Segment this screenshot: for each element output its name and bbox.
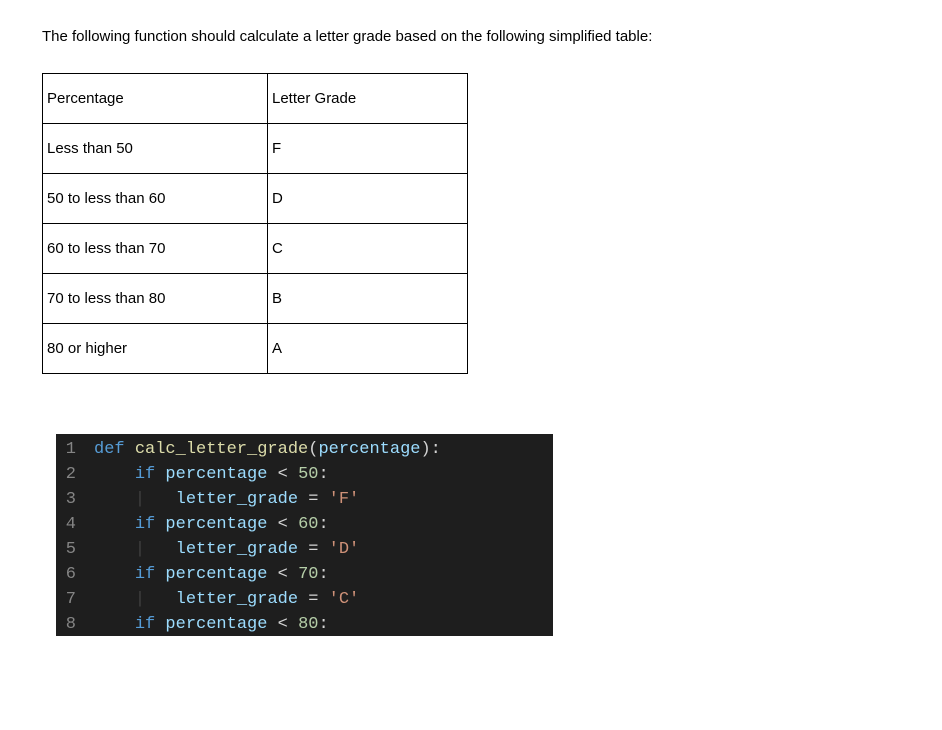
code-token	[94, 565, 135, 584]
code-token: =	[298, 490, 329, 509]
code-token: 70	[298, 565, 318, 584]
code-token: =	[298, 590, 329, 609]
code-token: (	[308, 440, 318, 459]
code-token: :	[318, 615, 328, 634]
code-content: if percentage < 50:	[94, 462, 553, 487]
line-number: 6	[56, 562, 94, 587]
line-number: 5	[56, 537, 94, 562]
code-content: if percentage < 80:	[94, 612, 553, 636]
code-token	[94, 540, 135, 559]
table-row: 50 to less than 60 D	[43, 174, 468, 224]
code-token: <	[267, 565, 298, 584]
cell-percentage: 80 or higher	[43, 324, 268, 374]
code-token: 60	[298, 515, 318, 534]
code-token: if	[135, 565, 155, 584]
line-number: 7	[56, 587, 94, 612]
code-token: <	[267, 465, 298, 484]
intro-text: The following function should calculate …	[42, 28, 942, 45]
line-number: 1	[56, 437, 94, 462]
code-token: =	[298, 540, 329, 559]
code-block: 1def calc_letter_grade(percentage):2 if …	[56, 434, 553, 636]
code-token: if	[135, 515, 155, 534]
code-line: 5 | letter_grade = 'D'	[56, 537, 553, 562]
code-line: 3 | letter_grade = 'F'	[56, 487, 553, 512]
code-content: def calc_letter_grade(percentage):	[94, 437, 553, 462]
code-token: :	[318, 465, 328, 484]
cell-letter: F	[268, 124, 468, 174]
code-line: 6 if percentage < 70:	[56, 562, 553, 587]
code-token: letter_grade	[176, 490, 298, 509]
table-header-row: Percentage Letter Grade	[43, 74, 468, 124]
code-token	[94, 615, 135, 634]
code-token: |	[135, 490, 145, 509]
code-token: if	[135, 615, 155, 634]
code-token: percentage	[318, 440, 420, 459]
code-token: :	[318, 565, 328, 584]
code-token: percentage	[165, 465, 267, 484]
table-row: 80 or higher A	[43, 324, 468, 374]
code-token	[94, 590, 135, 609]
code-token	[155, 515, 165, 534]
code-token: percentage	[165, 565, 267, 584]
cell-percentage: 50 to less than 60	[43, 174, 268, 224]
cell-percentage: Less than 50	[43, 124, 268, 174]
code-token: <	[267, 615, 298, 634]
code-token: percentage	[165, 615, 267, 634]
code-token	[125, 440, 135, 459]
code-token: |	[135, 590, 145, 609]
cell-letter: A	[268, 324, 468, 374]
code-token	[94, 490, 135, 509]
code-token: |	[135, 540, 145, 559]
code-token	[145, 540, 176, 559]
code-token: def	[94, 440, 125, 459]
code-content: | letter_grade = 'D'	[94, 537, 553, 562]
code-token	[155, 615, 165, 634]
table-row: Less than 50 F	[43, 124, 468, 174]
cell-letter: B	[268, 274, 468, 324]
code-token: 'F'	[329, 490, 360, 509]
code-token	[145, 590, 176, 609]
header-percentage: Percentage	[43, 74, 268, 124]
code-content: | letter_grade = 'F'	[94, 487, 553, 512]
code-token: letter_grade	[176, 540, 298, 559]
cell-percentage: 60 to less than 70	[43, 224, 268, 274]
code-token: 'D'	[329, 540, 360, 559]
code-line: 1def calc_letter_grade(percentage):	[56, 437, 553, 462]
code-content: if percentage < 70:	[94, 562, 553, 587]
code-token: ):	[420, 440, 440, 459]
code-content: if percentage < 60:	[94, 512, 553, 537]
code-token: if	[135, 465, 155, 484]
cell-letter: C	[268, 224, 468, 274]
code-line: 4 if percentage < 60:	[56, 512, 553, 537]
line-number: 3	[56, 487, 94, 512]
table-row: 70 to less than 80 B	[43, 274, 468, 324]
code-token	[145, 490, 176, 509]
code-token	[94, 515, 135, 534]
code-token: 80	[298, 615, 318, 634]
code-line: 7 | letter_grade = 'C'	[56, 587, 553, 612]
cell-percentage: 70 to less than 80	[43, 274, 268, 324]
line-number: 4	[56, 512, 94, 537]
table-row: 60 to less than 70 C	[43, 224, 468, 274]
code-line: 2 if percentage < 50:	[56, 462, 553, 487]
code-token: calc_letter_grade	[135, 440, 308, 459]
header-letter-grade: Letter Grade	[268, 74, 468, 124]
code-content: | letter_grade = 'C'	[94, 587, 553, 612]
code-token: :	[318, 515, 328, 534]
code-token	[155, 565, 165, 584]
code-token: <	[267, 515, 298, 534]
code-token: 50	[298, 465, 318, 484]
code-token	[155, 465, 165, 484]
line-number: 2	[56, 462, 94, 487]
code-line: 8 if percentage < 80:	[56, 612, 553, 636]
line-number: 8	[56, 612, 94, 636]
code-token: 'C'	[329, 590, 360, 609]
code-token: percentage	[165, 515, 267, 534]
code-token: letter_grade	[176, 590, 298, 609]
code-token	[94, 465, 135, 484]
cell-letter: D	[268, 174, 468, 224]
grade-table: Percentage Letter Grade Less than 50 F 5…	[42, 73, 468, 374]
